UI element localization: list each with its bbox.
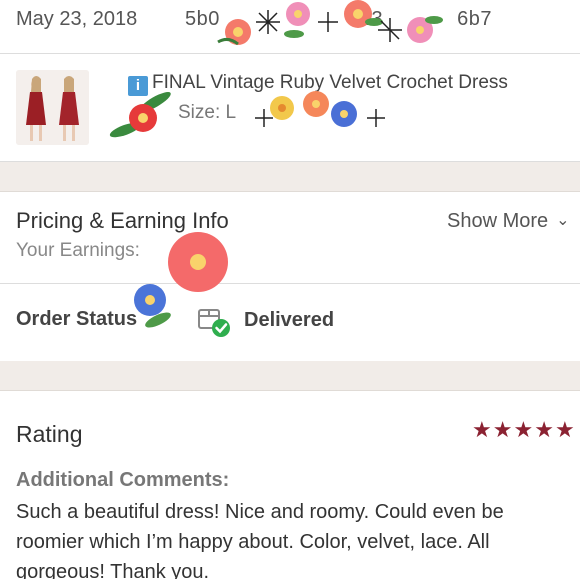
star-icon: ★ bbox=[513, 417, 535, 442]
star-icon: ★ bbox=[472, 417, 493, 442]
order-status-label: Order Status bbox=[16, 308, 138, 330]
show-more-button[interactable]: Show More ⌄ bbox=[447, 210, 570, 233]
pricing-section: Pricing & Earning Info Show More ⌄ Your E… bbox=[0, 192, 580, 284]
item-thumbnail[interactable] bbox=[16, 70, 89, 145]
section-divider bbox=[0, 361, 580, 391]
order-status-section: Order Status Delivered bbox=[0, 284, 580, 361]
rating-section: Rating ★★★★★ Additional Comments: Such a… bbox=[0, 391, 580, 579]
package-check-icon bbox=[197, 304, 231, 338]
info-icon: i bbox=[128, 76, 148, 96]
chevron-down-icon: ⌄ bbox=[556, 212, 570, 229]
comments-text: Such a beautiful dress! Nice and roomy. … bbox=[16, 501, 504, 579]
star-icon: ★ bbox=[492, 417, 514, 442]
star-icon: ★ bbox=[534, 417, 555, 442]
item-row[interactable]: i FINAL Vintage Ruby Velvet Crochet Dress… bbox=[0, 54, 580, 162]
order-header: May 23, 2018 5b0 23 6b7 bbox=[0, 0, 580, 54]
pricing-title: Pricing & Earning Info bbox=[16, 208, 229, 233]
order-status-value: Delivered bbox=[244, 309, 335, 331]
star-rating: ★★★★★ bbox=[472, 417, 576, 443]
star-icon: ★ bbox=[554, 417, 576, 442]
rating-title: Rating bbox=[16, 421, 83, 447]
item-size: Size: L bbox=[178, 102, 237, 123]
order-date: May 23, 2018 bbox=[16, 8, 138, 30]
order-id: 5b0 23 6b7 bbox=[185, 8, 492, 30]
comments-label: Additional Comments: bbox=[16, 469, 230, 491]
item-title[interactable]: i FINAL Vintage Ruby Velvet Crochet Dress bbox=[128, 72, 508, 96]
earnings-label: Your Earnings: bbox=[16, 240, 140, 261]
section-divider bbox=[0, 162, 580, 192]
